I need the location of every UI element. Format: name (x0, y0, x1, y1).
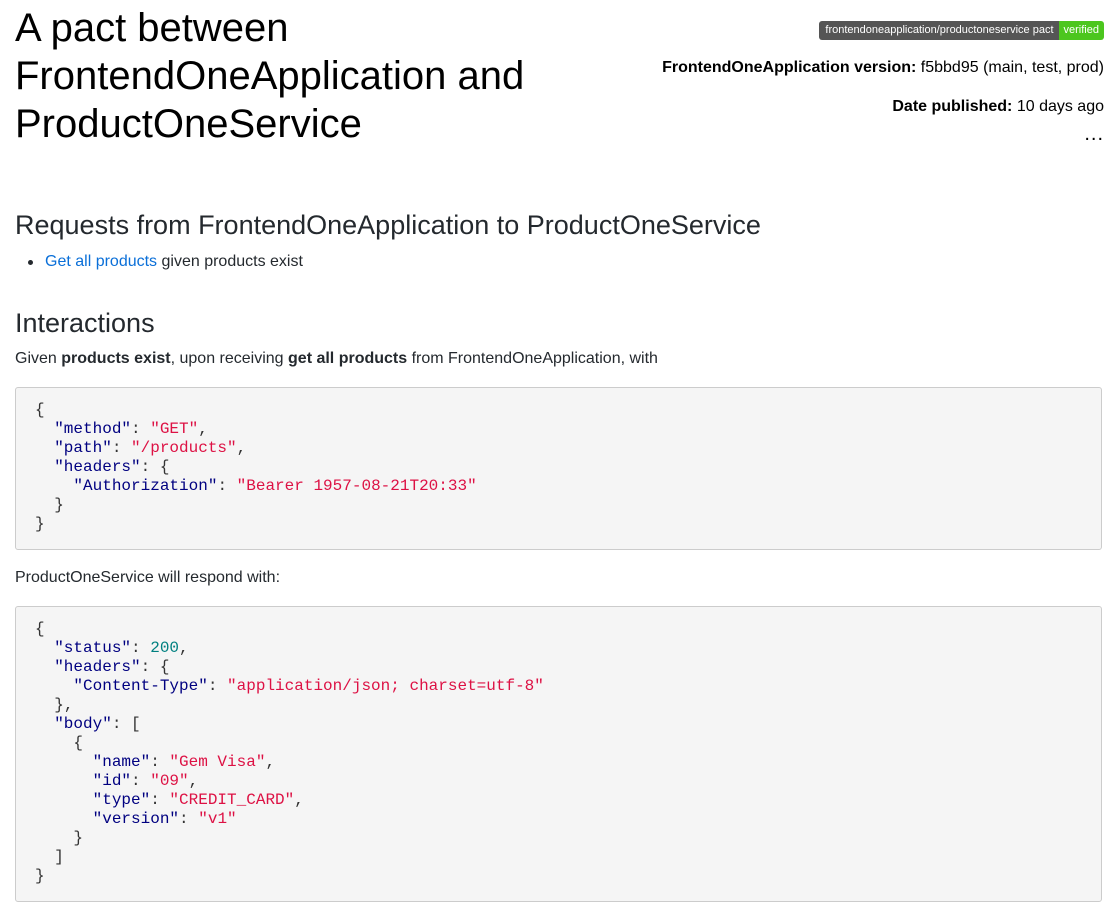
json-string: "Gem Visa" (169, 753, 266, 771)
json-key: "body" (54, 715, 112, 733)
json-key: "type" (92, 791, 151, 809)
date-published: Date published: 10 days ago (892, 97, 1104, 117)
given-suffix: from FrontendOneApplication, with (407, 350, 658, 367)
json-key: "status" (54, 639, 132, 657)
given-middle: , upon receiving (170, 350, 289, 367)
json-key: "Authorization" (73, 477, 218, 495)
verification-badge[interactable]: frontendoneapplication/productoneservice… (819, 21, 1104, 40)
requests-list: Get all products given products exist (15, 252, 303, 272)
given-prefix: Given (15, 350, 62, 367)
request-link-get-all-products[interactable]: Get all products (45, 253, 157, 270)
interaction-description: Given products exist, upon receiving get… (15, 349, 658, 369)
badge-pact-label: frontendoneapplication/productoneservice… (819, 21, 1059, 40)
json-string: "CREDIT_CARD" (169, 791, 295, 809)
json-string: "Bearer 1957-08-21T20:33" (236, 477, 477, 495)
json-key: "id" (92, 772, 132, 790)
json-string: "v1" (198, 810, 237, 828)
date-published-label: Date published: (892, 98, 1013, 115)
interaction-name: get all products (288, 350, 408, 367)
requests-heading: Requests from FrontendOneApplication to … (15, 210, 761, 240)
more-options-icon[interactable]: ... (1084, 124, 1104, 144)
json-key: "path" (54, 439, 112, 457)
json-string: "application/json; charset=utf-8" (227, 677, 544, 695)
request-code-block: { "method": "GET", "path": "/products", … (15, 387, 1102, 550)
list-item: Get all products given products exist (15, 252, 303, 272)
date-published-value: 10 days ago (1012, 98, 1104, 115)
interactions-heading: Interactions (15, 308, 155, 338)
json-key: "headers" (54, 458, 141, 476)
request-provider-state: given products exist (157, 253, 303, 270)
provider-state: products exist (61, 350, 171, 367)
json-number: 200 (150, 639, 180, 657)
badge-status: verified (1058, 21, 1104, 40)
json-key: "headers" (54, 658, 141, 676)
json-string: "/products" (131, 439, 237, 457)
json-key: "Content-Type" (73, 677, 208, 695)
json-string: "GET" (150, 420, 199, 438)
response-code-block: { "status": 200, "headers": { "Content-T… (15, 606, 1102, 902)
json-string: "09" (150, 772, 189, 790)
json-key: "name" (92, 753, 151, 771)
json-key: "version" (92, 810, 180, 828)
respond-text: ProductOneService will respond with: (15, 569, 281, 586)
consumer-version: FrontendOneApplication version: f5bbd95 … (662, 58, 1104, 78)
consumer-version-value: f5bbd95 (main, test, prod) (916, 59, 1104, 76)
consumer-version-label: FrontendOneApplication version: (662, 59, 917, 76)
page-title: A pact between FrontendOneApplication an… (15, 6, 525, 146)
json-key: "method" (54, 420, 132, 438)
